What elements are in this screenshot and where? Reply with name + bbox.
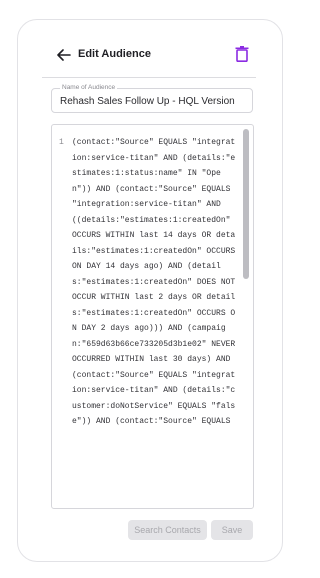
trash-icon	[235, 46, 249, 62]
editor-scroll-thumb[interactable]	[243, 129, 249, 279]
edit-audience-panel: Edit Audience Name of Audience Rehash Sa…	[17, 19, 283, 562]
save-button[interactable]: Save	[211, 520, 253, 540]
query-editor[interactable]: 1 (contact:"Source" EQUALS "integration:…	[51, 124, 254, 509]
header-divider	[42, 77, 256, 78]
query-code[interactable]: (contact:"Source" EQUALS "integration:se…	[72, 135, 237, 430]
back-button[interactable]	[56, 47, 72, 63]
arrow-left-icon	[57, 49, 71, 61]
page-title: Edit Audience	[78, 48, 151, 60]
audience-name-field[interactable]: Name of Audience Rehash Sales Follow Up …	[51, 83, 253, 113]
audience-name-input[interactable]: Rehash Sales Follow Up - HQL Version	[60, 96, 235, 108]
editor-scrollbar[interactable]	[243, 129, 249, 505]
delete-button[interactable]	[235, 46, 249, 62]
search-contacts-button[interactable]: Search Contacts	[128, 520, 207, 540]
header: Edit Audience	[18, 20, 282, 80]
audience-name-label: Name of Audience	[60, 83, 118, 92]
line-number: 1	[59, 138, 64, 147]
